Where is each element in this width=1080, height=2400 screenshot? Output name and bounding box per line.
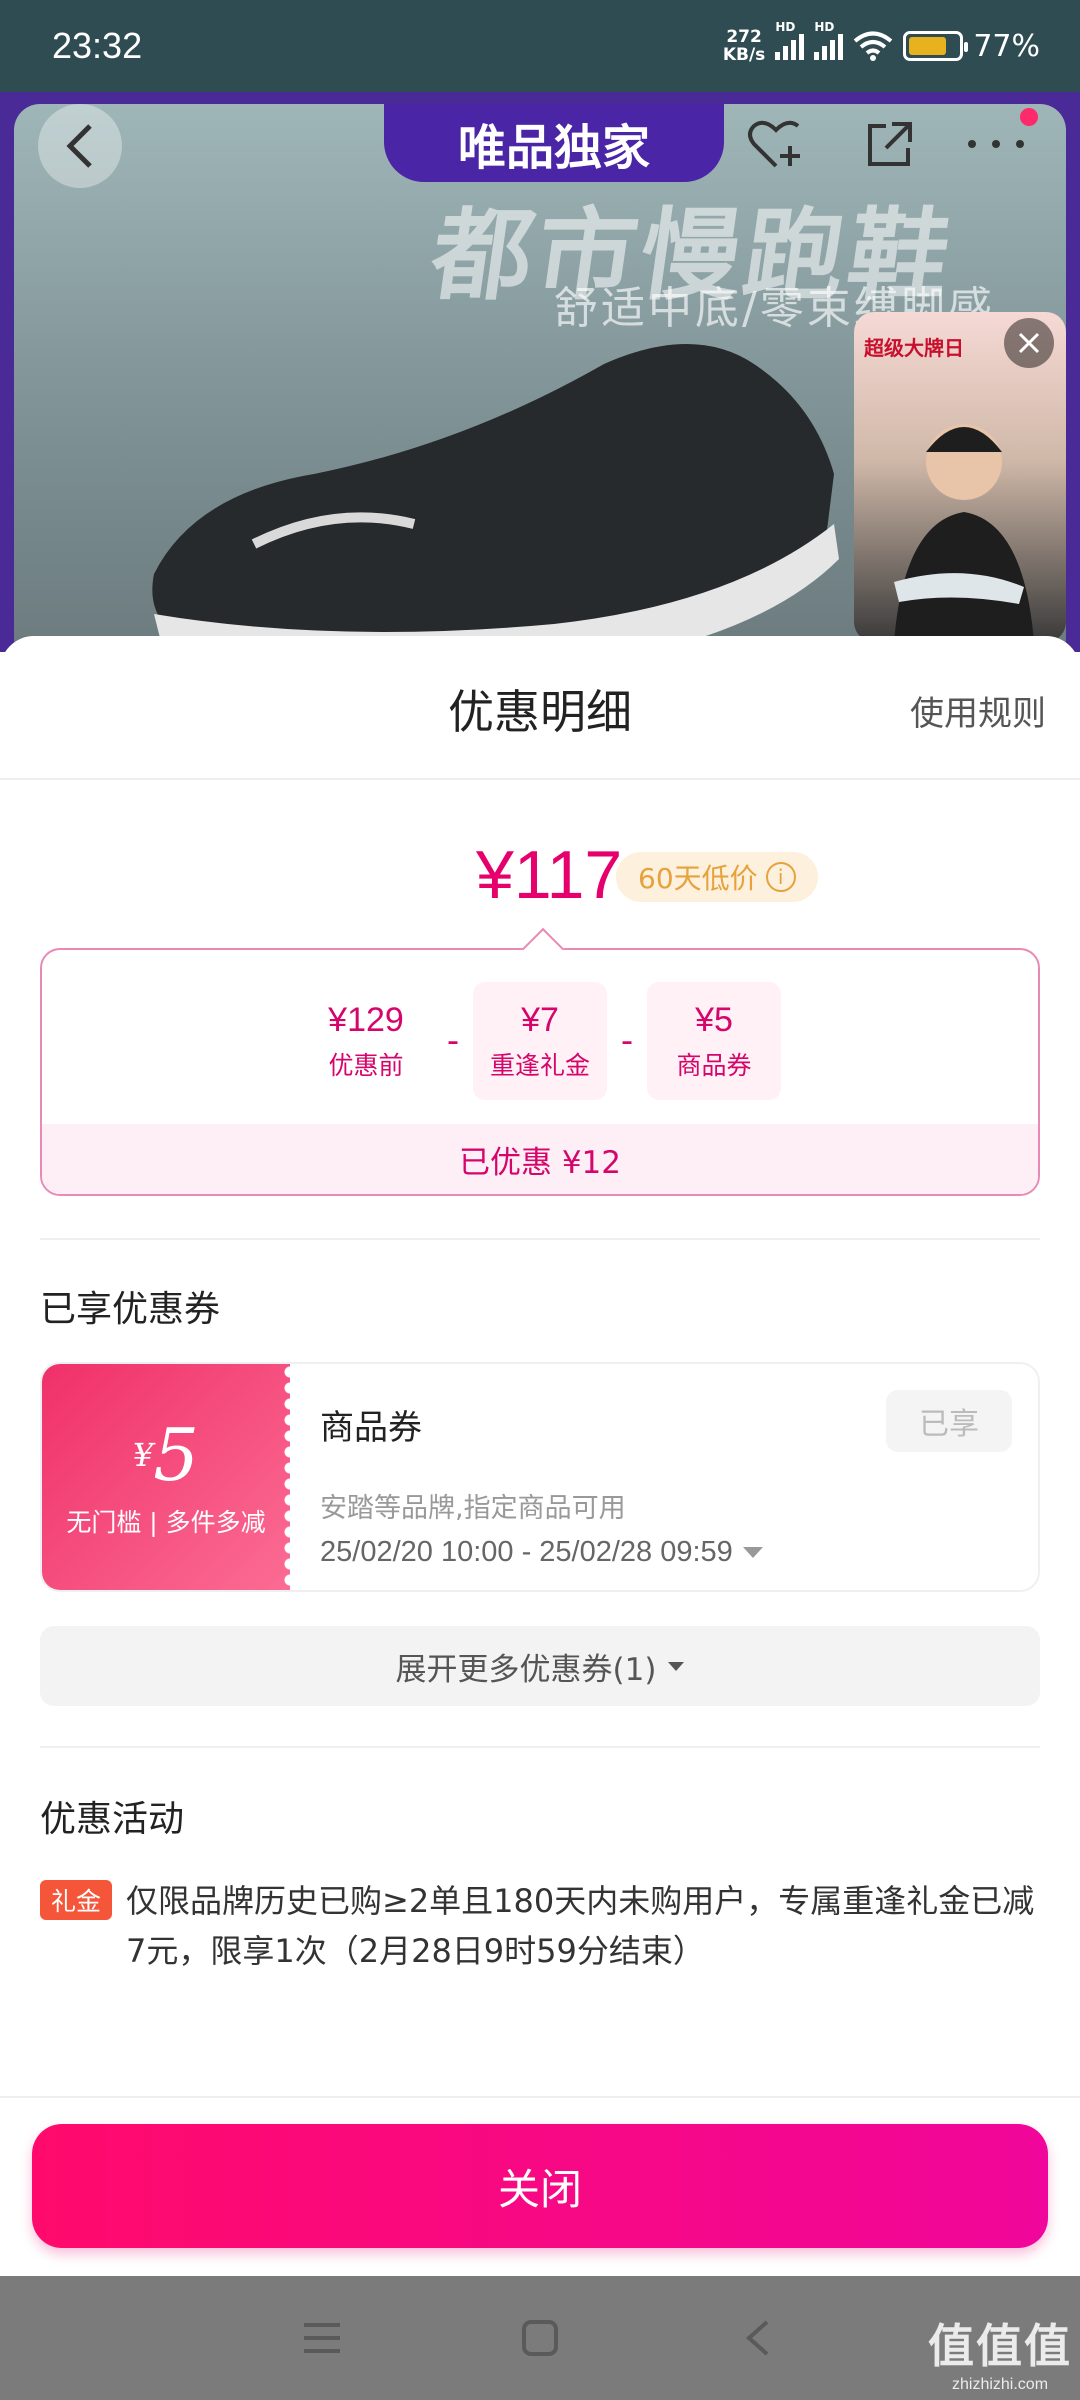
network-speed-value: 272 bbox=[726, 27, 762, 47]
low-price-label: 60天低价 bbox=[638, 862, 758, 895]
system-nav-bar: 值值值 zhizhizhi.com bbox=[0, 2276, 1080, 2400]
chevron-left-icon bbox=[66, 124, 92, 168]
coupon-amount-value: 5 bbox=[153, 1413, 200, 1497]
sheet-header: 优惠明细 使用规则 bbox=[0, 636, 1080, 780]
activity-text: 仅限品牌历史已购≥2单且180天内未购用户，专属重逢礼金已减7元，限享1次（2月… bbox=[126, 1882, 1035, 1970]
usage-rules-link[interactable]: 使用规则 bbox=[910, 686, 1046, 735]
divider bbox=[40, 1238, 1040, 1240]
minus-sign: - bbox=[446, 1021, 460, 1061]
coupon-validity[interactable]: 25/02/20 10:00 - 25/02/28 09:59 bbox=[320, 1536, 763, 1569]
back-arrow-icon bbox=[745, 2320, 769, 2356]
activity-item: 礼金 仅限品牌历史已购≥2单且180天内未购用户，专属重逢礼金已减7元，限享1次… bbox=[40, 1876, 1050, 1976]
battery-icon bbox=[903, 31, 969, 61]
share-icon bbox=[868, 122, 912, 166]
coupon-description: 安踏等品牌,指定商品可用 bbox=[320, 1493, 626, 1524]
notification-dot bbox=[1020, 108, 1038, 126]
breakdown-original: ¥129 优惠前 bbox=[299, 982, 433, 1100]
coupon-condition: 无门槛 | 多件多减 bbox=[66, 1508, 266, 1537]
more-button[interactable] bbox=[964, 112, 1028, 176]
menu-nav-button[interactable] bbox=[298, 2314, 346, 2362]
network-speed: 272 KB/s bbox=[723, 28, 765, 64]
battery-percent: 77% bbox=[973, 28, 1040, 64]
breakdown-row: ¥129 优惠前 - ¥7 重逢礼金 - ¥5 商品券 bbox=[42, 982, 1038, 1100]
breakdown-label: 商品券 bbox=[676, 1050, 752, 1080]
wifi-icon bbox=[854, 31, 893, 61]
expand-label: 展开更多优惠券(1) bbox=[395, 1651, 657, 1688]
coupon-card[interactable]: ¥5 无门槛 | 多件多减 商品券 已享 安踏等品牌,指定商品可用 25/02/… bbox=[40, 1362, 1040, 1592]
coupons-section-title: 已享优惠券 bbox=[40, 1289, 221, 1330]
menu-icon bbox=[304, 2323, 340, 2353]
info-icon: i bbox=[765, 862, 796, 892]
shoe-image bbox=[152, 344, 839, 652]
coupon-validity-text: 25/02/20 10:00 - 25/02/28 09:59 bbox=[320, 1536, 733, 1568]
watermark-logo: 值值值 bbox=[928, 2319, 1072, 2373]
expand-more-coupons-button[interactable]: 展开更多优惠券(1) bbox=[40, 1626, 1040, 1706]
coupon-name: 商品券 bbox=[320, 1408, 422, 1448]
breakdown-value: ¥5 bbox=[695, 1000, 733, 1039]
breakdown-value: ¥7 bbox=[521, 1000, 559, 1039]
home-nav-button[interactable] bbox=[516, 2314, 564, 2362]
minus-sign: - bbox=[620, 1021, 634, 1061]
share-button[interactable] bbox=[858, 112, 922, 176]
activity-section-title: 优惠活动 bbox=[40, 1799, 185, 1840]
divider bbox=[40, 1746, 1040, 1748]
home-square-icon bbox=[522, 2320, 558, 2356]
coupon-status-badge: 已享 bbox=[886, 1390, 1012, 1452]
clock: 23:32 bbox=[52, 25, 143, 66]
back-nav-button[interactable] bbox=[734, 2314, 782, 2362]
exclusive-tag: 唯品独家 bbox=[384, 104, 724, 182]
footer-divider bbox=[0, 2096, 1080, 2098]
signal-icon: HD bbox=[775, 20, 805, 60]
total-discount: 已优惠 ¥12 bbox=[42, 1124, 1038, 1194]
gift-money-tag: 礼金 bbox=[40, 1880, 112, 1920]
caret-down-icon bbox=[742, 1547, 763, 1558]
coupon-amount: ¥5 bbox=[133, 1415, 199, 1495]
close-icon bbox=[1018, 332, 1040, 354]
watermark: 值值值 zhizhizhi.com bbox=[928, 2310, 1072, 2394]
breakdown-value: ¥129 bbox=[328, 1000, 404, 1039]
yen-symbol: ¥ bbox=[132, 1436, 154, 1474]
low-price-badge[interactable]: 60天低价 i bbox=[616, 852, 818, 902]
network-speed-unit: KB/s bbox=[722, 45, 766, 65]
breakdown-gift-money: ¥7 重逢礼金 bbox=[473, 982, 607, 1100]
status-bar: 23:32 272 KB/s HD HD 77% bbox=[0, 0, 1080, 92]
back-button[interactable] bbox=[38, 104, 122, 188]
price-breakdown: ¥129 优惠前 - ¥7 重逢礼金 - ¥5 商品券 已优惠 ¥12 bbox=[40, 948, 1040, 1196]
close-button[interactable]: 关闭 bbox=[32, 2124, 1048, 2248]
favorite-button[interactable] bbox=[744, 112, 808, 176]
breakdown-label: 优惠前 bbox=[328, 1050, 404, 1080]
coupon-value-panel: ¥5 无门槛 | 多件多减 bbox=[42, 1364, 296, 1590]
heart-plus-icon bbox=[748, 120, 800, 168]
breakdown-coupon: ¥5 商品券 bbox=[647, 982, 781, 1100]
more-dots-icon bbox=[968, 140, 1024, 148]
status-icons: 272 KB/s HD HD 77% bbox=[723, 20, 1040, 64]
final-price: ¥117 bbox=[476, 837, 623, 913]
caret-down-icon bbox=[668, 1661, 685, 1671]
discount-detail-sheet: 优惠明细 使用规则 ¥117 60天低价 i ¥129 优惠前 - ¥7 重逢礼… bbox=[0, 636, 1080, 2276]
watermark-site: zhizhizhi.com bbox=[951, 2376, 1049, 2393]
breakdown-label: 重逢礼金 bbox=[489, 1050, 590, 1080]
signal-icon-2: HD bbox=[814, 20, 844, 60]
live-close-button[interactable] bbox=[1004, 318, 1054, 368]
